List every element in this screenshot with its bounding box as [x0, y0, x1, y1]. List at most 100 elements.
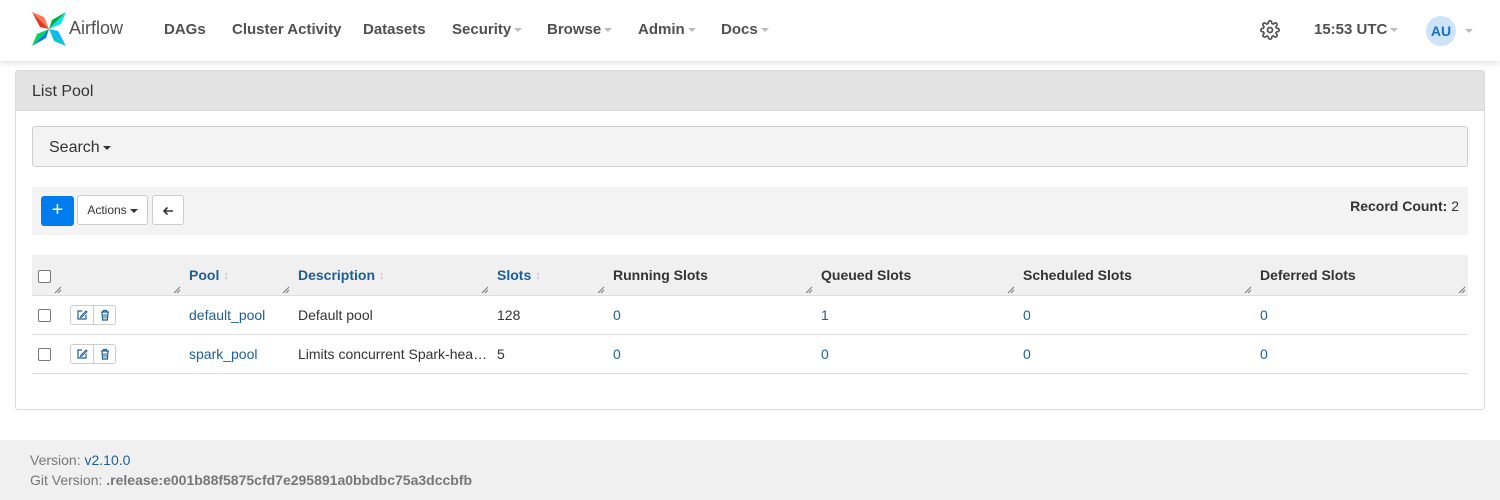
- nav-browse[interactable]: Browse: [547, 21, 613, 38]
- column-header-queued-slots: Queued Slots: [815, 255, 1017, 295]
- sort-icon: ↕: [535, 270, 541, 283]
- list-pool-panel: List Pool Search + Actions Record Count:…: [15, 70, 1485, 410]
- resize-handle-icon[interactable]: [597, 286, 605, 294]
- queued-slots-link[interactable]: 0: [821, 346, 829, 362]
- deferred-slots-cell: 0: [1254, 334, 1468, 373]
- actions-dropdown-button[interactable]: Actions: [77, 195, 148, 225]
- resize-handle-icon[interactable]: [1244, 286, 1252, 294]
- queued-slots-cell: 1: [815, 295, 1017, 334]
- edit-icon[interactable]: [71, 306, 93, 324]
- record-count-value: 2: [1451, 198, 1459, 214]
- sort-icon: ↕: [223, 270, 229, 283]
- column-header-scheduled-slots: Scheduled Slots: [1017, 255, 1254, 295]
- panel-heading: List Pool: [16, 71, 1484, 111]
- git-version-line: Git Version: .release:e001b88f5875cfd7e2…: [30, 472, 473, 488]
- trash-icon[interactable]: [93, 344, 115, 363]
- utc-time-dropdown[interactable]: 15:53 UTC: [1314, 21, 1399, 38]
- pool-table: Pool ↕ Description ↕ Slots ↕ Running Slots …: [32, 255, 1468, 374]
- resize-handle-icon[interactable]: [54, 286, 62, 294]
- add-record-button[interactable]: +: [41, 196, 74, 226]
- pool-table-wrapper: Pool ↕ Description ↕ Slots ↕ Running Slots …: [32, 255, 1468, 374]
- user-avatar[interactable]: AU: [1426, 16, 1456, 46]
- scheduled-slots-link[interactable]: 0: [1023, 307, 1031, 323]
- nav-datasets[interactable]: Datasets: [363, 21, 426, 38]
- column-header-running-slots: Running Slots: [607, 255, 815, 295]
- git-version-value: .release:e001b88f5875cfd7e295891a0bbdbc7…: [106, 472, 473, 488]
- caret-down-icon: [129, 208, 138, 213]
- trash-icon[interactable]: [93, 305, 115, 324]
- table-row: spark_pool Limits concurrent Spark-heavy…: [32, 334, 1468, 373]
- slots-cell: 128: [497, 306, 521, 323]
- row-checkbox[interactable]: [38, 309, 51, 323]
- pool-link[interactable]: default_pool: [189, 307, 265, 323]
- row-action-group: [70, 343, 116, 364]
- row-actions-cell: [64, 295, 183, 334]
- queued-slots-cell: 0: [815, 334, 1017, 373]
- airflow-logo-icon[interactable]: [28, 10, 70, 48]
- version-line: Version: v2.10.0: [30, 452, 131, 468]
- row-actions-header: [64, 255, 183, 295]
- chevron-down-icon: [1390, 28, 1399, 33]
- nav-security[interactable]: Security: [452, 21, 523, 38]
- scheduled-slots-link[interactable]: 0: [1023, 346, 1031, 362]
- nav-cluster-activity[interactable]: Cluster Activity: [232, 21, 341, 38]
- deferred-slots-link[interactable]: 0: [1260, 307, 1268, 323]
- back-button[interactable]: [152, 195, 184, 225]
- select-all-checkbox[interactable]: [38, 269, 51, 283]
- nav-admin[interactable]: Admin: [638, 21, 696, 38]
- select-all-header: [32, 255, 64, 295]
- chevron-down-icon: [687, 28, 696, 33]
- column-header-slots[interactable]: Slots ↕: [491, 255, 607, 295]
- resize-handle-icon[interactable]: [1458, 286, 1466, 294]
- table-row: default_pool Default pool 128 0 1 0 0: [32, 295, 1468, 334]
- nav-docs[interactable]: Docs: [721, 21, 769, 38]
- running-slots-cell: 0: [607, 295, 815, 334]
- row-action-group: [70, 304, 116, 325]
- column-header-deferred-slots: Deferred Slots: [1254, 255, 1468, 295]
- scheduled-slots-cell: 0: [1017, 295, 1254, 334]
- deferred-slots-link[interactable]: 0: [1260, 346, 1268, 362]
- running-slots-cell: 0: [607, 334, 815, 373]
- brand-name[interactable]: Airflow: [69, 18, 123, 39]
- chevron-down-icon: [760, 28, 769, 33]
- page-footer: Version: v2.10.0 Git Version: .release:e…: [0, 440, 1500, 500]
- resize-handle-icon[interactable]: [282, 286, 290, 294]
- list-toolbar: + Actions Record Count: 2: [32, 187, 1468, 235]
- search-toggle[interactable]: Search: [32, 126, 1468, 167]
- record-count: Record Count: 2: [1350, 198, 1459, 214]
- column-header-description[interactable]: Description ↕: [292, 255, 491, 295]
- description-cell: Default pool: [298, 306, 373, 323]
- nav-dags[interactable]: DAGs: [164, 21, 206, 38]
- row-select-cell: [32, 295, 64, 334]
- top-navbar: Airflow DAGs Cluster Activity Datasets S…: [0, 0, 1500, 61]
- resize-handle-icon[interactable]: [173, 286, 181, 294]
- resize-handle-icon[interactable]: [1007, 286, 1015, 294]
- arrow-left-icon: [162, 207, 173, 216]
- pool-name-cell: default_pool: [183, 295, 292, 334]
- slots-cell: 5: [497, 345, 505, 362]
- search-label: Search: [49, 139, 111, 157]
- row-select-cell: [32, 334, 64, 373]
- resize-handle-icon[interactable]: [481, 286, 489, 294]
- running-slots-link[interactable]: 0: [613, 346, 621, 362]
- running-slots-link[interactable]: 0: [613, 307, 621, 323]
- chevron-down-icon: [604, 28, 613, 33]
- caret-down-icon: [102, 145, 111, 150]
- queued-slots-link[interactable]: 1: [821, 307, 829, 323]
- record-count-label: Record Count:: [1350, 198, 1448, 214]
- pool-link[interactable]: spark_pool: [189, 346, 258, 362]
- gear-icon[interactable]: [1260, 20, 1280, 40]
- resize-handle-icon[interactable]: [805, 286, 813, 294]
- sort-icon: ↕: [379, 270, 385, 283]
- edit-icon[interactable]: [71, 345, 93, 363]
- page-title: List Pool: [32, 83, 94, 100]
- version-link[interactable]: v2.10.0: [84, 452, 130, 468]
- pool-name-cell: spark_pool: [183, 334, 292, 373]
- column-header-pool[interactable]: Pool ↕: [183, 255, 292, 295]
- deferred-slots-cell: 0: [1254, 295, 1468, 334]
- chevron-down-icon[interactable]: [1465, 29, 1473, 33]
- description-cell: Limits concurrent Spark-heavy tasks: [298, 345, 491, 362]
- row-checkbox[interactable]: [38, 348, 51, 362]
- chevron-down-icon: [514, 28, 523, 33]
- scheduled-slots-cell: 0: [1017, 334, 1254, 373]
